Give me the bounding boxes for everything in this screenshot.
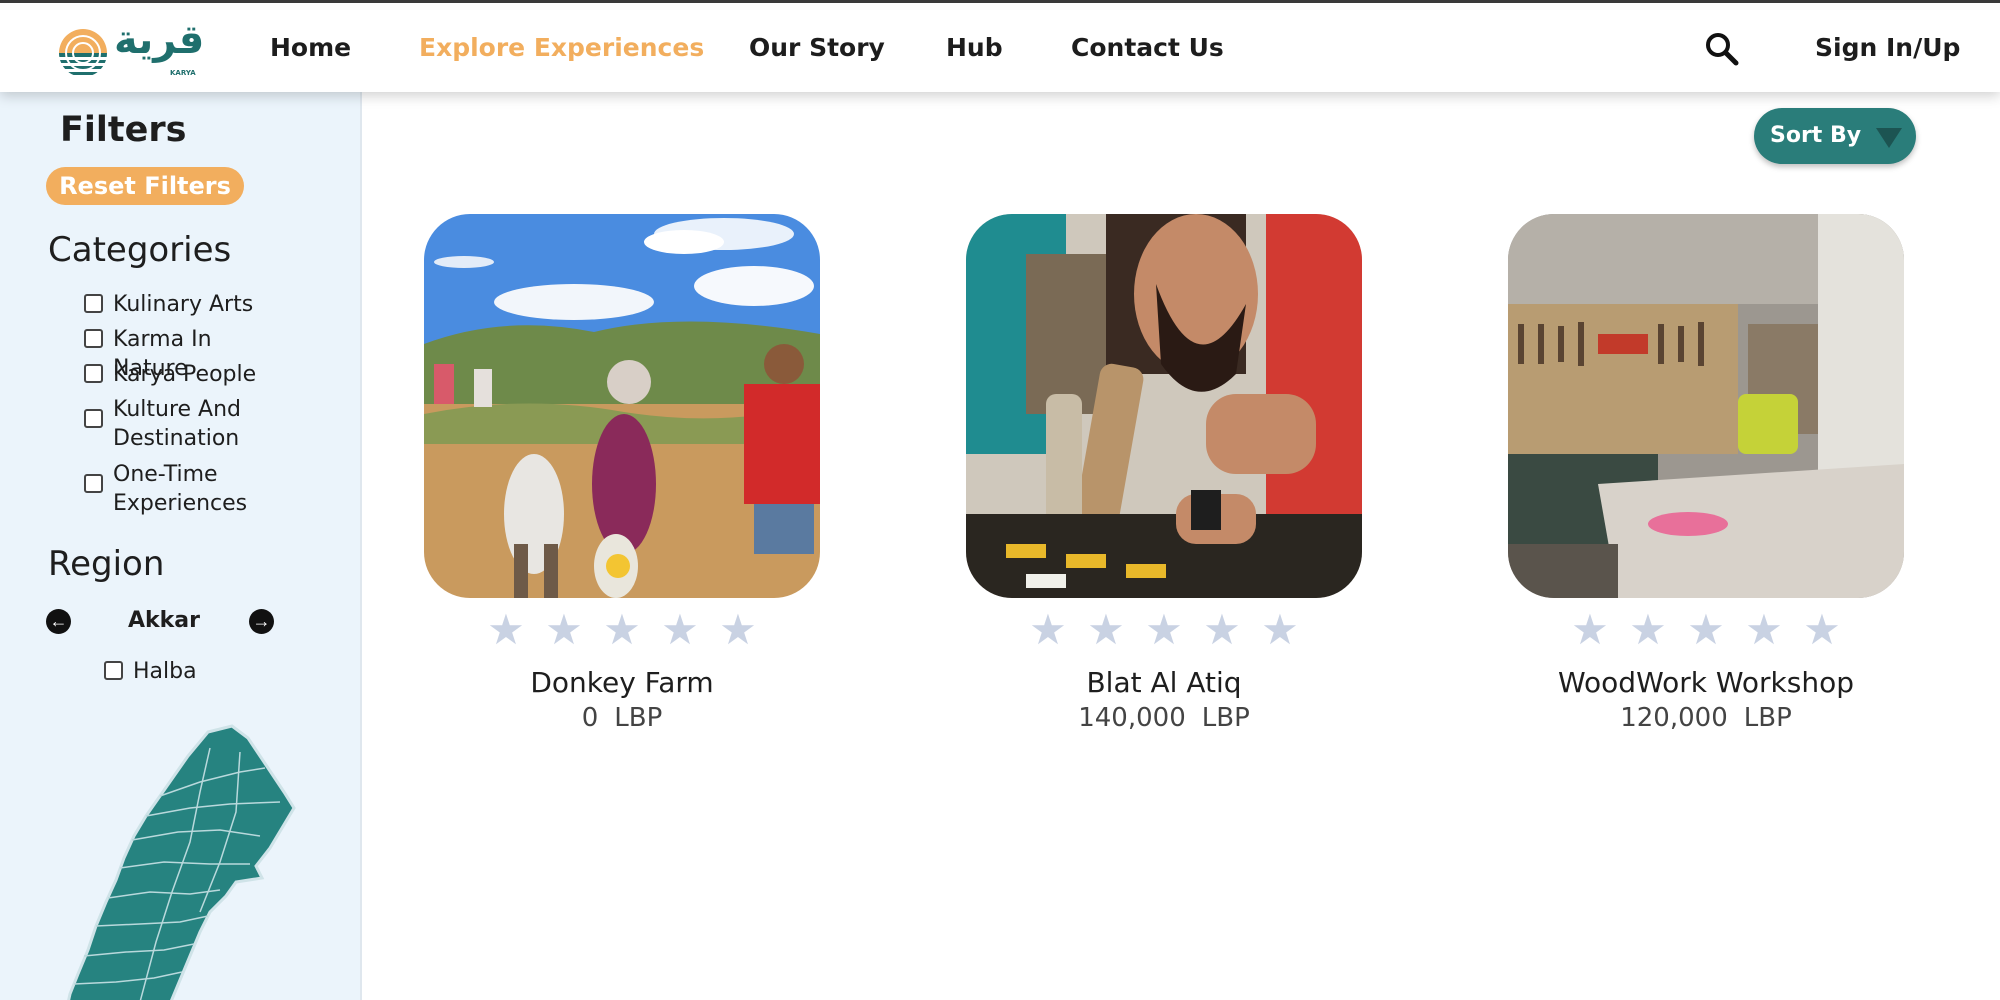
subregion-halba[interactable]: Halba (104, 657, 313, 686)
category-label: Karya People (113, 362, 257, 387)
karya-logo[interactable]: قرية KARYA (58, 17, 204, 81)
experience-card-donkey-farm[interactable]: ★ ★ ★ ★ ★ Donkey Farm 0 LBP (424, 214, 820, 733)
nav-home[interactable]: Home (270, 33, 351, 62)
category-label: One-Time Experiences (113, 462, 248, 516)
region-next-button[interactable]: → (249, 609, 274, 634)
categories-title: Categories (48, 230, 232, 270)
sort-by-button[interactable]: Sort By (1754, 108, 1916, 164)
category-checkbox[interactable] (84, 474, 103, 493)
arrow-right-icon: → (252, 611, 271, 631)
rating-stars: ★ ★ ★ ★ ★ (1508, 606, 1904, 654)
region-prev-button[interactable]: ← (46, 609, 71, 634)
woodwork-workshop-image (1508, 214, 1904, 598)
experience-photo[interactable] (1508, 214, 1904, 598)
logo-wordmark: قرية (114, 17, 205, 63)
nav-hub[interactable]: Hub (946, 33, 1003, 62)
filters-title: Filters (60, 110, 187, 150)
star-icon[interactable]: ★ (1019, 606, 1077, 654)
experience-card-woodwork-workshop[interactable]: ★ ★ ★ ★ ★ WoodWork Workshop 120,000 LBP (1508, 214, 1904, 733)
category-kulinary-arts[interactable]: Kulinary Arts (84, 290, 293, 319)
experience-title[interactable]: Blat Al Atiq (966, 666, 1362, 699)
nav-explore-experiences[interactable]: Explore Experiences (419, 33, 704, 62)
search-icon (1706, 33, 1739, 66)
donkey-farm-image (424, 214, 820, 598)
star-icon[interactable]: ★ (1251, 606, 1309, 654)
lebanon-map[interactable] (60, 712, 330, 1000)
experience-photo[interactable] (966, 214, 1362, 598)
sign-in-up-link[interactable]: Sign In/Up (1815, 33, 1960, 62)
subregion-label: Halba (133, 659, 197, 684)
nav-our-story[interactable]: Our Story (749, 33, 885, 62)
category-kulture-and-destination[interactable]: Kulture And Destination (84, 395, 293, 453)
rating-stars: ★ ★ ★ ★ ★ (966, 606, 1362, 654)
star-icon[interactable]: ★ (1619, 606, 1677, 654)
experience-card-blat-al-atiq[interactable]: ★ ★ ★ ★ ★ Blat Al Atiq 140,000 LBP (966, 214, 1362, 733)
experience-price: 120,000 LBP (1508, 703, 1904, 733)
subregion-checkbox[interactable] (104, 661, 123, 680)
star-icon[interactable]: ★ (1561, 606, 1619, 654)
star-icon[interactable]: ★ (1793, 606, 1851, 654)
experience-price: 0 LBP (424, 703, 820, 733)
region-title: Region (48, 544, 165, 584)
category-label: Kulinary Arts (113, 292, 254, 317)
category-one-time-experiences[interactable]: One-Time Experiences (84, 460, 293, 518)
experience-photo[interactable] (424, 214, 820, 598)
experience-title[interactable]: Donkey Farm (424, 666, 820, 699)
experience-title[interactable]: WoodWork Workshop (1508, 666, 1904, 699)
star-icon[interactable]: ★ (651, 606, 709, 654)
rating-stars: ★ ★ ★ ★ ★ (424, 606, 820, 654)
star-icon[interactable]: ★ (1077, 606, 1135, 654)
price-currency: LBP (614, 703, 663, 733)
star-icon[interactable]: ★ (1135, 606, 1193, 654)
filters-sidebar: Filters Reset Filters Categories Kulinar… (0, 92, 362, 1000)
category-checkbox[interactable] (84, 294, 103, 313)
price-amount: 120,000 (1620, 703, 1728, 733)
top-navbar: قرية KARYA Home Explore Experiences Our … (0, 0, 2000, 92)
star-icon[interactable]: ★ (709, 606, 767, 654)
nav-contact-us[interactable]: Contact Us (1071, 33, 1224, 62)
star-icon[interactable]: ★ (535, 606, 593, 654)
price-currency: LBP (1201, 703, 1250, 733)
region-selector: ← Akkar → (44, 606, 276, 636)
arrow-left-icon: ← (49, 611, 68, 631)
search-button[interactable] (1704, 31, 1740, 67)
price-currency: LBP (1743, 703, 1792, 733)
experience-price: 140,000 LBP (966, 703, 1362, 733)
category-checkbox[interactable] (84, 409, 103, 428)
category-checkbox[interactable] (84, 364, 103, 383)
price-amount: 0 (581, 703, 599, 733)
region-name: Akkar (128, 608, 200, 633)
star-icon[interactable]: ★ (1677, 606, 1735, 654)
category-karya-people[interactable]: Karya People (84, 360, 293, 389)
sort-by-label: Sort By (1770, 123, 1862, 148)
category-label: Kulture And Destination (113, 397, 242, 451)
star-icon[interactable]: ★ (1735, 606, 1793, 654)
logo-subtext: KARYA (170, 69, 196, 77)
reset-filters-button[interactable]: Reset Filters (46, 167, 244, 205)
blat-al-atiq-image (966, 214, 1362, 598)
star-icon[interactable]: ★ (1193, 606, 1251, 654)
caret-down-icon (1876, 128, 1902, 148)
category-checkbox[interactable] (84, 329, 103, 348)
star-icon[interactable]: ★ (593, 606, 651, 654)
price-amount: 140,000 (1078, 703, 1186, 733)
star-icon[interactable]: ★ (477, 606, 535, 654)
